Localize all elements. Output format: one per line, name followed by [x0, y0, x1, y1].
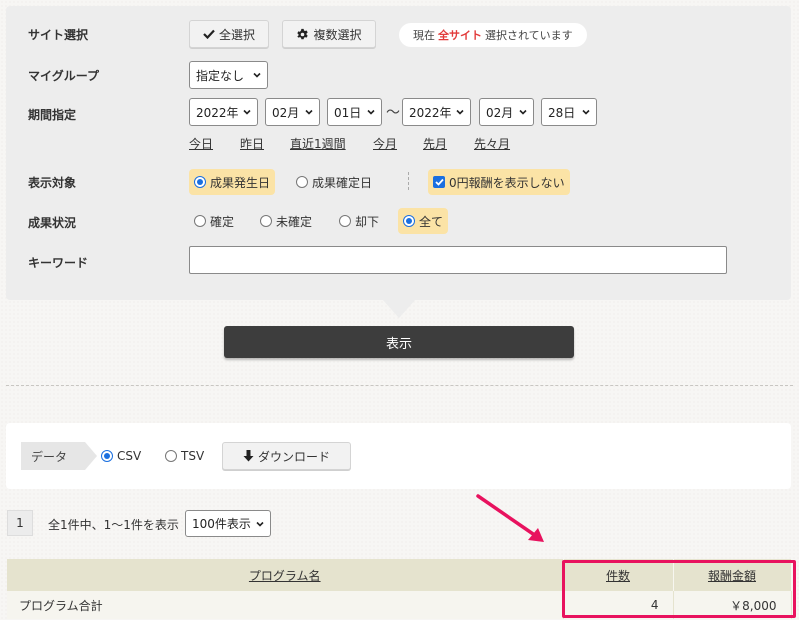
my-group-value: 指定なし [196, 68, 245, 83]
quick-link-two-months-ago[interactable]: 先々月 [474, 135, 510, 152]
option-label: 成果確定日 [312, 175, 373, 190]
multi-select-label: 複数選択 [313, 27, 362, 42]
show-button[interactable]: 表示 [224, 326, 574, 358]
quick-link-this-month[interactable]: 今月 [373, 135, 397, 152]
site-selection-status: 現在 全サイト 選択されています [399, 23, 587, 47]
my-group-label: マイグループ [28, 69, 100, 83]
to-month-select[interactable]: 02月 [479, 98, 534, 126]
chevron-down-icon [256, 521, 264, 527]
from-day-value: 01日 [334, 105, 362, 120]
keyword-label: キーワード [28, 256, 89, 270]
from-year-value: 2022年 [196, 105, 239, 120]
select-all-label: 全選択 [218, 27, 255, 42]
display-target-occurrence-option[interactable]: 成果発生日 [189, 169, 276, 195]
format-tsv-option[interactable]: TSV [160, 443, 209, 469]
results-table: プログラム名 件数 報酬金額 プログラム合計 4 ￥8,000 [7, 559, 792, 619]
status-unconfirmed-option[interactable]: 未確定 [255, 208, 317, 234]
format-csv-option[interactable]: CSV [96, 443, 146, 469]
status-prefix: 現在 [413, 29, 435, 42]
quick-link-today[interactable]: 今日 [189, 135, 213, 152]
filter-panel-notch [383, 300, 415, 318]
quick-link-last-month[interactable]: 先月 [423, 135, 447, 152]
option-label: 全て [419, 214, 444, 229]
radio-checked[interactable] [403, 215, 415, 227]
from-day-select[interactable]: 01日 [327, 98, 382, 126]
cell-reward: ￥8,000 [673, 591, 792, 619]
my-group-select[interactable]: 指定なし [189, 61, 268, 89]
section-divider [6, 385, 793, 386]
to-day-select[interactable]: 28日 [541, 98, 597, 126]
status-highlight: 全サイト [438, 29, 482, 42]
quick-link-yesterday[interactable]: 昨日 [240, 135, 264, 152]
radio-unchecked[interactable] [165, 450, 177, 462]
status-all-option[interactable]: 全て [398, 208, 449, 234]
result-count-summary: 全1件中、1〜1件を表示 [48, 518, 179, 532]
radio-checked[interactable] [101, 450, 113, 462]
quick-link-last-week[interactable]: 直近1週間 [290, 135, 346, 152]
chevron-down-icon [243, 109, 251, 115]
page-number[interactable]: 1 [7, 510, 33, 536]
keyword-input[interactable] [189, 246, 727, 274]
per-page-value: 100件表示 [192, 517, 251, 531]
from-month-select[interactable]: 02月 [265, 98, 320, 126]
status-rejected-option[interactable]: 却下 [334, 208, 384, 234]
chevron-down-icon [519, 109, 527, 115]
from-month-value: 02月 [272, 105, 300, 120]
to-year-value: 2022年 [409, 105, 452, 120]
chevron-down-icon [456, 109, 464, 115]
radio-unchecked[interactable] [339, 215, 351, 227]
site-select-label: サイト選択 [28, 28, 89, 42]
option-label: 成果発生日 [210, 175, 271, 190]
hide-zero-reward-option[interactable]: 0円報酬を表示しない [428, 169, 570, 195]
from-year-select[interactable]: 2022年 [189, 98, 258, 126]
download-button[interactable]: ダウンロード [222, 442, 351, 470]
chevron-down-icon [367, 109, 375, 115]
column-header-program[interactable]: プログラム名 [7, 559, 564, 591]
option-label: TSV [181, 449, 205, 463]
chevron-down-icon [582, 109, 590, 115]
option-label: CSV [117, 449, 142, 463]
per-page-select[interactable]: 100件表示 [185, 510, 271, 537]
checkmark-icon [203, 29, 215, 39]
radio-checked[interactable] [194, 176, 206, 188]
cell-count: 4 [563, 591, 674, 619]
period-separator: 〜 [386, 105, 400, 121]
column-header-reward[interactable]: 報酬金額 [673, 559, 792, 591]
display-target-confirmed-option[interactable]: 成果確定日 [291, 169, 377, 195]
multi-select-button[interactable]: 複数選択 [282, 20, 376, 48]
radio-unchecked[interactable] [296, 176, 308, 188]
arrow-down-icon [243, 450, 254, 462]
gear-icon [296, 28, 309, 41]
period-label: 期間指定 [28, 108, 77, 122]
radio-unchecked[interactable] [194, 215, 206, 227]
chevron-down-icon [253, 72, 261, 78]
table-row: プログラム合計 4 ￥8,000 [7, 591, 792, 619]
option-label: 未確定 [276, 214, 313, 229]
to-day-value: 28日 [548, 105, 576, 120]
status-suffix: 選択されています [485, 29, 573, 42]
annotation-arrow-icon [476, 494, 544, 542]
select-all-button[interactable]: 全選択 [189, 20, 269, 48]
result-status-label: 成果状況 [28, 216, 77, 230]
option-label: 0円報酬を表示しない [449, 175, 565, 190]
chevron-down-icon [305, 109, 313, 115]
to-month-value: 02月 [486, 105, 514, 120]
table-header-row: プログラム名 件数 報酬金額 [7, 559, 792, 591]
download-label: ダウンロード [257, 449, 330, 464]
column-header-count[interactable]: 件数 [563, 559, 674, 591]
cell-program: プログラム合計 [7, 591, 564, 619]
display-target-label: 表示対象 [28, 176, 77, 190]
status-confirmed-option[interactable]: 確定 [189, 208, 239, 234]
option-label: 確定 [210, 214, 235, 229]
option-divider [408, 172, 409, 190]
option-label: 却下 [355, 214, 380, 229]
to-year-select[interactable]: 2022年 [402, 98, 471, 126]
checkbox-checked-icon[interactable] [433, 176, 445, 188]
radio-unchecked[interactable] [260, 215, 272, 227]
data-tag: データ [21, 442, 97, 470]
